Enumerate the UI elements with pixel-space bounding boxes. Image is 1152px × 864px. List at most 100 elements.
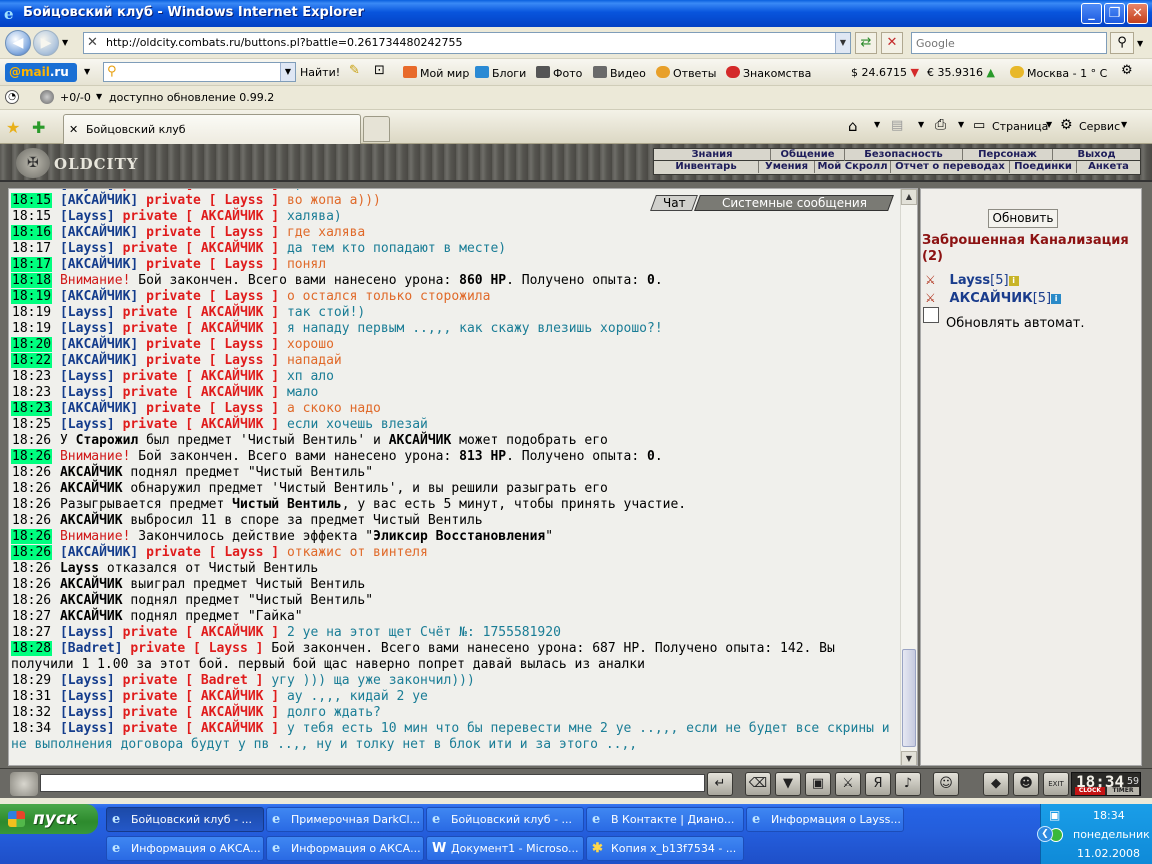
- timer-mode-button[interactable]: TIMER: [1107, 787, 1139, 795]
- taskbar-item[interactable]: e Информация о АКСА...: [106, 836, 264, 861]
- select-dropdown-icon[interactable]: ▼: [280, 63, 295, 81]
- chat-timestamp[interactable]: 18:19: [11, 305, 52, 320]
- clock-mode-button[interactable]: CLOCK: [1075, 787, 1105, 795]
- chat-timestamp[interactable]: 18:31: [11, 689, 52, 704]
- taskbar-item[interactable]: ✱ Копия x_b13f7534 - ...: [586, 836, 744, 861]
- tab-fight-club[interactable]: ✕ Бойцовский клуб: [63, 114, 361, 144]
- chat-sender[interactable]: [Layss]: [60, 625, 123, 640]
- chat-sender[interactable]: [АКСАЙЧИК]: [60, 545, 146, 560]
- chat-sender[interactable]: [Layss]: [60, 705, 123, 720]
- chat-sender[interactable]: [АКСАЙЧИК]: [60, 225, 146, 240]
- chat-timestamp[interactable]: 18:26: [11, 449, 53, 464]
- tray-expand-icon[interactable]: ❮: [1037, 826, 1053, 842]
- chat-timestamp[interactable]: 18:18: [11, 273, 53, 288]
- chat-timestamp[interactable]: 18:15: [11, 209, 52, 224]
- filter-icon[interactable]: ▼: [775, 772, 801, 796]
- chat-sender[interactable]: Layss: [68, 189, 107, 192]
- save-icon[interactable]: ▣: [805, 772, 831, 796]
- bag-icon[interactable]: ◆: [983, 772, 1009, 796]
- chat-private-tag[interactable]: private [ АКСАЙЧИК ]: [123, 369, 287, 384]
- chat-private-tag[interactable]: private [ Layss ]: [130, 641, 271, 656]
- back-button[interactable]: ◀: [5, 30, 31, 56]
- menu-my-scroll[interactable]: Мой Скролл: [815, 161, 891, 173]
- weather[interactable]: Москва - 1 ° C: [1010, 66, 1107, 80]
- people-icon[interactable]: ☻: [1013, 772, 1039, 796]
- chat-sender[interactable]: [Layss]: [60, 689, 123, 704]
- chat-timestamp[interactable]: 18:19: [11, 321, 52, 336]
- chat-private-tag[interactable]: private [ Layss ]: [146, 289, 287, 304]
- home-icon[interactable]: ⌂: [848, 117, 858, 135]
- chat-timestamp[interactable]: 18:15: [11, 189, 52, 192]
- menu-fights[interactable]: Поединки: [1010, 161, 1077, 173]
- chat-private-tag[interactable]: private [ АКСАЙЧИК ]: [123, 189, 287, 192]
- taskbar-item[interactable]: e Бойцовский клуб - ...: [426, 807, 584, 832]
- chat-timestamp[interactable]: 18:17: [11, 257, 53, 272]
- chat-sender[interactable]: [Layss]: [60, 721, 123, 736]
- chat-private-tag[interactable]: private [ АКСАЙЧИК ]: [123, 689, 287, 704]
- chat-private-tag[interactable]: private [ АКСАЙЧИК ]: [123, 721, 287, 736]
- chat-timestamp[interactable]: 18:16: [11, 225, 53, 240]
- chat-sender[interactable]: [Layss]: [60, 385, 123, 400]
- refresh-button[interactable]: Обновить: [988, 209, 1058, 228]
- player-name[interactable]: Layss: [950, 273, 991, 288]
- search-input[interactable]: [916, 34, 1106, 52]
- chat-private-tag[interactable]: private [ АКСАЙЧИК ]: [123, 305, 287, 320]
- exit-icon[interactable]: EXIT: [1043, 772, 1069, 796]
- chat-private-tag[interactable]: private [ Layss ]: [146, 353, 287, 368]
- chat-sender[interactable]: [Layss]: [60, 369, 123, 384]
- auto-refresh-checkbox[interactable]: [923, 307, 939, 323]
- message-input[interactable]: [41, 775, 704, 791]
- tools-menu[interactable]: Сервис: [1079, 120, 1120, 133]
- chat-private-tag[interactable]: private [ Layss ]: [146, 193, 287, 208]
- page-menu[interactable]: Страница: [992, 120, 1048, 133]
- chat-timestamp[interactable]: 18:28: [11, 641, 53, 656]
- chat-timestamp[interactable]: 18:20: [11, 337, 53, 352]
- fighter-icon[interactable]: ⚔: [835, 772, 861, 796]
- chat-private-tag[interactable]: private [ Layss ]: [146, 337, 287, 352]
- toolbar-blogs[interactable]: Блоги: [475, 66, 526, 80]
- highlight-icon[interactable]: ⊡: [374, 63, 385, 78]
- chat-timestamp[interactable]: 18:25: [11, 417, 52, 432]
- address-dropdown-icon[interactable]: ▼: [835, 33, 850, 53]
- search-icon[interactable]: ⚲: [1110, 32, 1134, 54]
- counter-dropdown-icon[interactable]: ▼: [96, 92, 102, 101]
- sound-icon[interactable]: ♪: [895, 772, 921, 796]
- menu-profile[interactable]: Анкета: [1077, 161, 1140, 173]
- settings-icon[interactable]: ⚙: [1121, 63, 1133, 78]
- network-icon[interactable]: ▣: [1049, 808, 1060, 822]
- tools-dropdown-icon[interactable]: ▼: [1121, 120, 1127, 129]
- chat-sender[interactable]: [Layss]: [60, 321, 123, 336]
- start-button[interactable]: пуск: [0, 804, 98, 834]
- chat-private-tag[interactable]: private [ Layss ]: [146, 257, 287, 272]
- info-icon[interactable]: i: [1008, 276, 1019, 286]
- feeds-dropdown-icon[interactable]: ▼: [918, 120, 924, 129]
- chat-sender[interactable]: [Layss]: [60, 305, 123, 320]
- scroll-thumb[interactable]: [902, 649, 916, 747]
- favorites-star-icon[interactable]: ★: [6, 118, 20, 137]
- taskbar-item[interactable]: e В Контакте | Диано...: [586, 807, 744, 832]
- menu-character[interactable]: Персонаж: [963, 149, 1053, 161]
- chat-private-tag[interactable]: private [ АКСАЙЧИК ]: [123, 417, 287, 432]
- chat-timestamp[interactable]: 18:29: [11, 673, 52, 688]
- print-icon[interactable]: ⎙: [935, 117, 946, 133]
- chat-timestamp[interactable]: 18:26: [11, 513, 52, 528]
- print-dropdown-icon[interactable]: ▼: [958, 120, 964, 129]
- chat-sender[interactable]: [АКСАЙЧИК]: [60, 257, 146, 272]
- toolbar-my-world[interactable]: Мой мир: [403, 66, 469, 80]
- chat-private-tag[interactable]: private [ Badret ]: [123, 673, 272, 688]
- toolbar-video[interactable]: Видео: [593, 66, 646, 80]
- taskbar-item[interactable]: e Примерочная DarkCl...: [266, 807, 424, 832]
- chat-sender[interactable]: [АКСАЙЧИК]: [60, 289, 146, 304]
- page-dropdown-icon[interactable]: ▼: [1046, 120, 1052, 129]
- chat-sender[interactable]: [Layss]: [60, 673, 123, 688]
- chat-sender[interactable]: [Badret]: [60, 641, 130, 656]
- toolbar-dating[interactable]: Знакомства: [726, 66, 811, 80]
- history-dropdown-icon[interactable]: ▼: [62, 38, 68, 47]
- chat-timestamp[interactable]: 18:17: [11, 241, 52, 256]
- chat-timestamp[interactable]: 18:26: [11, 593, 52, 608]
- search-field[interactable]: [911, 32, 1107, 54]
- maximize-button[interactable]: ❐: [1104, 3, 1125, 24]
- chat-timestamp[interactable]: 18:26: [11, 497, 52, 512]
- chat-private-tag[interactable]: private [ Layss ]: [146, 401, 287, 416]
- smiley-icon[interactable]: ☺: [933, 772, 959, 796]
